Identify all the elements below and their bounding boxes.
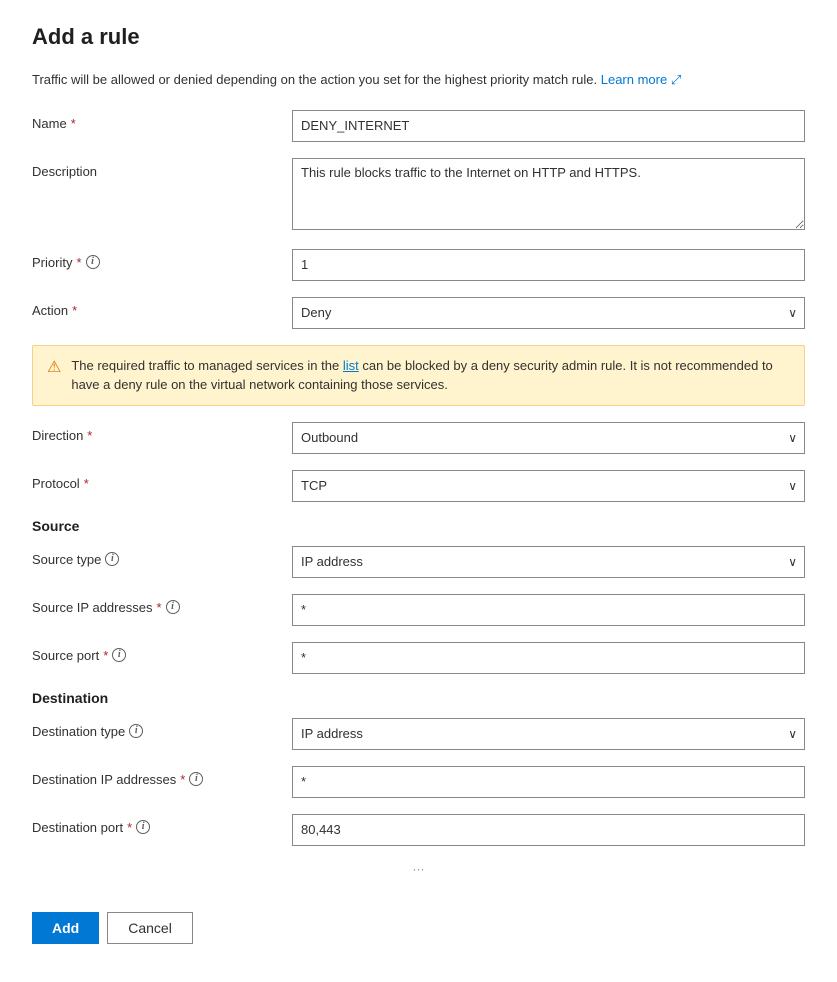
destination-type-info-icon: i (129, 724, 143, 738)
action-required: * (72, 303, 77, 318)
source-ip-label: Source IP addresses * i (32, 594, 292, 615)
source-type-field-wrapper: IP address Service tag ∨ (292, 546, 805, 578)
destination-port-field-wrapper (292, 814, 805, 846)
source-type-select-wrapper: IP address Service tag ∨ (292, 546, 805, 578)
destination-port-required: * (127, 820, 132, 835)
warning-icon: ⚠ (47, 357, 61, 377)
destination-port-row: Destination port * i (32, 814, 805, 846)
direction-select-wrapper: Inbound Outbound ∨ (292, 422, 805, 454)
destination-type-select[interactable]: IP address Service tag (292, 718, 805, 750)
priority-row: Priority * i (32, 249, 805, 281)
destination-type-row: Destination type i IP address Service ta… (32, 718, 805, 750)
name-required: * (71, 116, 76, 131)
source-ip-info-icon: i (166, 600, 180, 614)
warning-text: The required traffic to managed services… (71, 356, 790, 395)
source-port-row: Source port * i (32, 642, 805, 674)
priority-field-wrapper (292, 249, 805, 281)
external-link-icon: ⤢ (671, 72, 681, 87)
description-field-wrapper: This rule blocks traffic to the Internet… (292, 158, 805, 233)
destination-ip-required: * (180, 772, 185, 787)
destination-ip-row: Destination IP addresses * i (32, 766, 805, 798)
action-label: Action * (32, 297, 292, 318)
priority-input[interactable] (292, 249, 805, 281)
name-row: Name * (32, 110, 805, 142)
source-port-label: Source port * i (32, 642, 292, 663)
direction-row: Direction * Inbound Outbound ∨ (32, 422, 805, 454)
source-port-input[interactable] (292, 642, 805, 674)
action-select[interactable]: Allow Deny Always allow (292, 297, 805, 329)
protocol-select-wrapper: Any TCP UDP ICMP ∨ (292, 470, 805, 502)
protocol-row: Protocol * Any TCP UDP ICMP ∨ (32, 470, 805, 502)
destination-ip-field-wrapper (292, 766, 805, 798)
source-port-info-icon: i (112, 648, 126, 662)
destination-type-field-wrapper: IP address Service tag ∨ (292, 718, 805, 750)
priority-label: Priority * i (32, 249, 292, 270)
destination-type-select-wrapper: IP address Service tag ∨ (292, 718, 805, 750)
destination-port-input[interactable] (292, 814, 805, 846)
source-type-select[interactable]: IP address Service tag (292, 546, 805, 578)
direction-label: Direction * (32, 422, 292, 443)
source-type-info-icon: i (105, 552, 119, 566)
source-ip-field-wrapper (292, 594, 805, 626)
page-title: Add a rule (32, 24, 805, 50)
source-type-row: Source type i IP address Service tag ∨ (32, 546, 805, 578)
description-label: Description (32, 158, 292, 179)
name-field-wrapper (292, 110, 805, 142)
source-port-field-wrapper (292, 642, 805, 674)
description-row: Description This rule blocks traffic to … (32, 158, 805, 233)
bottom-actions: Add Cancel (32, 896, 805, 944)
source-type-label: Source type i (32, 546, 292, 567)
destination-ip-input[interactable] (292, 766, 805, 798)
destination-ip-info-icon: i (189, 772, 203, 786)
protocol-label: Protocol * (32, 470, 292, 491)
destination-port-label: Destination port * i (32, 814, 292, 835)
action-field-wrapper: Allow Deny Always allow ∨ (292, 297, 805, 329)
warning-list-link[interactable]: list (343, 358, 359, 373)
source-ip-input[interactable] (292, 594, 805, 626)
destination-ip-label: Destination IP addresses * i (32, 766, 292, 787)
protocol-select[interactable]: Any TCP UDP ICMP (292, 470, 805, 502)
info-description: Traffic will be allowed or denied depend… (32, 70, 805, 90)
scroll-hint: ··· (32, 862, 805, 876)
warning-box: ⚠ The required traffic to managed servic… (32, 345, 805, 406)
direction-field-wrapper: Inbound Outbound ∨ (292, 422, 805, 454)
source-ip-row: Source IP addresses * i (32, 594, 805, 626)
protocol-field-wrapper: Any TCP UDP ICMP ∨ (292, 470, 805, 502)
add-button[interactable]: Add (32, 912, 99, 944)
source-section-header: Source (32, 518, 805, 534)
description-input[interactable]: This rule blocks traffic to the Internet… (292, 158, 805, 230)
name-label: Name * (32, 110, 292, 131)
direction-required: * (87, 428, 92, 443)
protocol-required: * (84, 476, 89, 491)
destination-port-info-icon: i (136, 820, 150, 834)
priority-info-icon: i (86, 255, 100, 269)
source-ip-required: * (156, 600, 161, 615)
learn-more-link[interactable]: Learn more ⤢ (601, 72, 682, 87)
cancel-button[interactable]: Cancel (107, 912, 193, 944)
destination-type-label: Destination type i (32, 718, 292, 739)
source-port-required: * (103, 648, 108, 663)
action-select-wrapper: Allow Deny Always allow ∨ (292, 297, 805, 329)
direction-select[interactable]: Inbound Outbound (292, 422, 805, 454)
priority-required: * (76, 255, 81, 270)
destination-section-header: Destination (32, 690, 805, 706)
name-input[interactable] (292, 110, 805, 142)
action-row: Action * Allow Deny Always allow ∨ (32, 297, 805, 329)
